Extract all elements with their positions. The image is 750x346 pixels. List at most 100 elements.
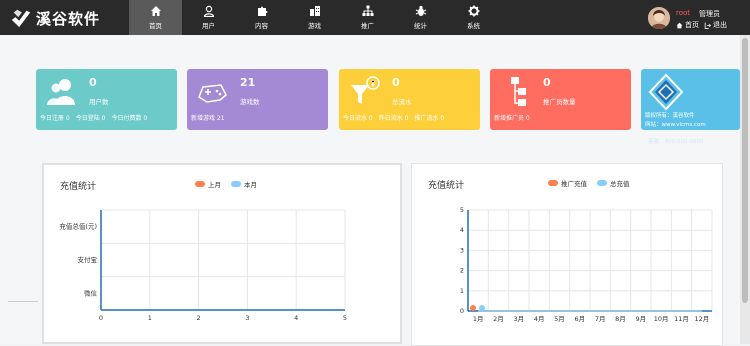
y-tick-label: 微信 [84,288,98,297]
stat-label: 用户数 [89,98,109,106]
y-tick-label: 支付宝 [78,255,98,264]
org-chart-icon [511,77,526,106]
nav-item-system[interactable]: 系统 [447,0,500,35]
x-tick-label: 12月 [694,315,709,323]
x-tick-label: 7月 [595,315,606,323]
scrollbar-thumb[interactable] [742,38,748,303]
logout-link[interactable]: 退出 [704,20,727,30]
data-point [479,305,485,311]
building-icon [309,6,320,16]
logout-icon [704,22,711,29]
stat-card-promoters[interactable]: 0 推广员数量 新增推广员 0 [490,69,631,130]
x-tick-label: 4 [294,314,298,322]
users-icon [47,79,75,105]
x-tick-label: 1月 [473,315,484,323]
x-tick-label: 4月 [534,315,545,323]
stat-footer-item: 今日流水 0 [343,115,373,122]
y-tick-label: 4 [460,226,464,234]
nav-label: 用户 [202,22,215,30]
nav-item-user[interactable]: 用户 [182,0,235,35]
nav-label: 游戏 [308,22,321,30]
nav-item-stats[interactable]: 统计 [394,0,447,35]
stat-value: 0 [543,76,551,89]
nav-item-promotion[interactable]: 推广 [341,0,394,35]
nav-item-content[interactable]: 内容 [235,0,288,35]
nav-label: 统计 [414,22,427,30]
logo-icon [11,9,31,28]
y-tick-label: 0 [460,307,464,315]
recharge-bar-chart: 0 1 2 3 4 5 充值总值(元) 支付宝微信 [59,209,347,322]
recharge-line-chart: 0 1 2 3 4 5 1月 2月 3月 4月 5月 6月 7月 8月 9月 10月 11月 12月 [460,206,713,323]
user-icon [203,5,214,17]
chart-panel-right: 充值统计 推广充值 总充值 0 1 2 3 4 5 1月 2月 3月 4月 5月 6月 7月 8月 9月 10… [411,163,723,346]
stat-label: 推广员数量 [543,98,576,106]
stat-footer: 今日流水 0 昨日流水 0 推广流水 0 [343,113,444,122]
stat-footer-item: 今日付费数 0 [111,115,148,122]
home-link-label: 首页 [685,21,699,29]
logo-text: 溪谷软件 [36,9,101,28]
stat-value: 0 [392,76,400,89]
stat-footer-item: 今日注册 0 [40,115,70,122]
stat-value: 21 [240,76,256,89]
stat-value: 0 [89,76,97,89]
x-tick-label: 11月 [674,315,689,323]
nav-item-games[interactable]: 游戏 [288,0,341,35]
stat-card-games[interactable]: 21 游戏数 新增游戏 21 [187,69,328,130]
x-tick-label: 6月 [575,315,586,323]
stat-footer-item: 推广流水 0 [414,115,445,122]
stat-footer: 新增游戏 21 [191,113,225,122]
nav-label: 内容 [255,22,268,30]
stat-card-revenue[interactable]: 0 总流水 今日流水 0 昨日流水 0 推广流水 0 [339,69,480,130]
x-tick-label: 5月 [554,315,565,323]
stat-footer: 新增推广员 0 [494,113,530,122]
home-icon [150,6,161,16]
user-name: root [676,9,691,17]
stat-footer-item: 新增推广员 0 [494,115,530,122]
x-tick-label: 3 [245,314,249,322]
stat-label: 总流水 [392,98,412,106]
data-point [470,305,476,311]
x-tick-label: 1 [148,314,152,322]
y-tick-label: 2 [460,267,464,275]
top-navbar: 溪谷软件 首页 用户 内容 游戏 推广 统计 系统 root 管理员 首页 退出 [0,0,750,35]
copyright-card[interactable]: 版权所有：溪谷软件 网站：www.vlcms.com [641,69,740,130]
brand-emblem-icon [648,73,684,111]
puzzle-icon [257,6,267,16]
home-link[interactable]: 首页 [676,20,699,30]
stat-footer: 今日注册 0 今日登陆 0 今日付费数 0 [40,113,147,122]
nav-label: 系统 [467,22,480,30]
bug-icon [415,5,426,16]
app-logo[interactable]: 溪谷软件 [10,6,100,30]
x-tick-label: 9月 [636,315,647,323]
x-tick-label: 8月 [615,315,626,323]
contact-line: 客服：400-000-0000 [648,139,704,145]
stat-footer-item: 新增游戏 21 [191,115,225,122]
stat-card-users[interactable]: 0 用户数 今日注册 0 今日登陆 0 今日付费数 0 [36,69,177,130]
main-nav: 首页 用户 内容 游戏 推广 统计 系统 [129,0,500,35]
y-tick-label: 5 [460,206,464,214]
user-links: 首页 退出 [676,20,727,30]
x-tick-label: 0 [99,314,103,322]
divider [8,301,38,302]
sitemap-icon [362,5,373,16]
user-role: 管理员 [699,10,720,18]
funnel-coin-icon [351,76,380,104]
x-tick-label: 2月 [493,315,504,323]
y-tick-label: 充值总值(元) [59,222,97,231]
controller-icon [198,84,227,103]
stat-footer-item: 昨日流水 0 [378,115,409,122]
stat-footer-item: 今日登陆 0 [75,115,106,122]
avatar[interactable] [648,7,670,29]
stat-label: 游戏数 [240,98,260,106]
chart-panel-left: 充值统计 上月 本月 0 1 2 3 4 5 充值总值(元) 支付宝 微信 [42,163,402,344]
nav-label: 首页 [149,22,162,30]
x-tick-label: 10月 [654,315,669,323]
x-tick-label: 5 [343,314,347,322]
nav-item-home[interactable]: 首页 [129,0,182,35]
nav-label: 推广 [361,22,374,30]
copyright-line: 版权所有：溪谷软件 [645,113,695,119]
y-tick-label: 3 [460,246,464,254]
y-tick-label: 1 [460,287,464,295]
x-tick-label: 2 [197,314,201,322]
gear-icon [468,5,479,17]
